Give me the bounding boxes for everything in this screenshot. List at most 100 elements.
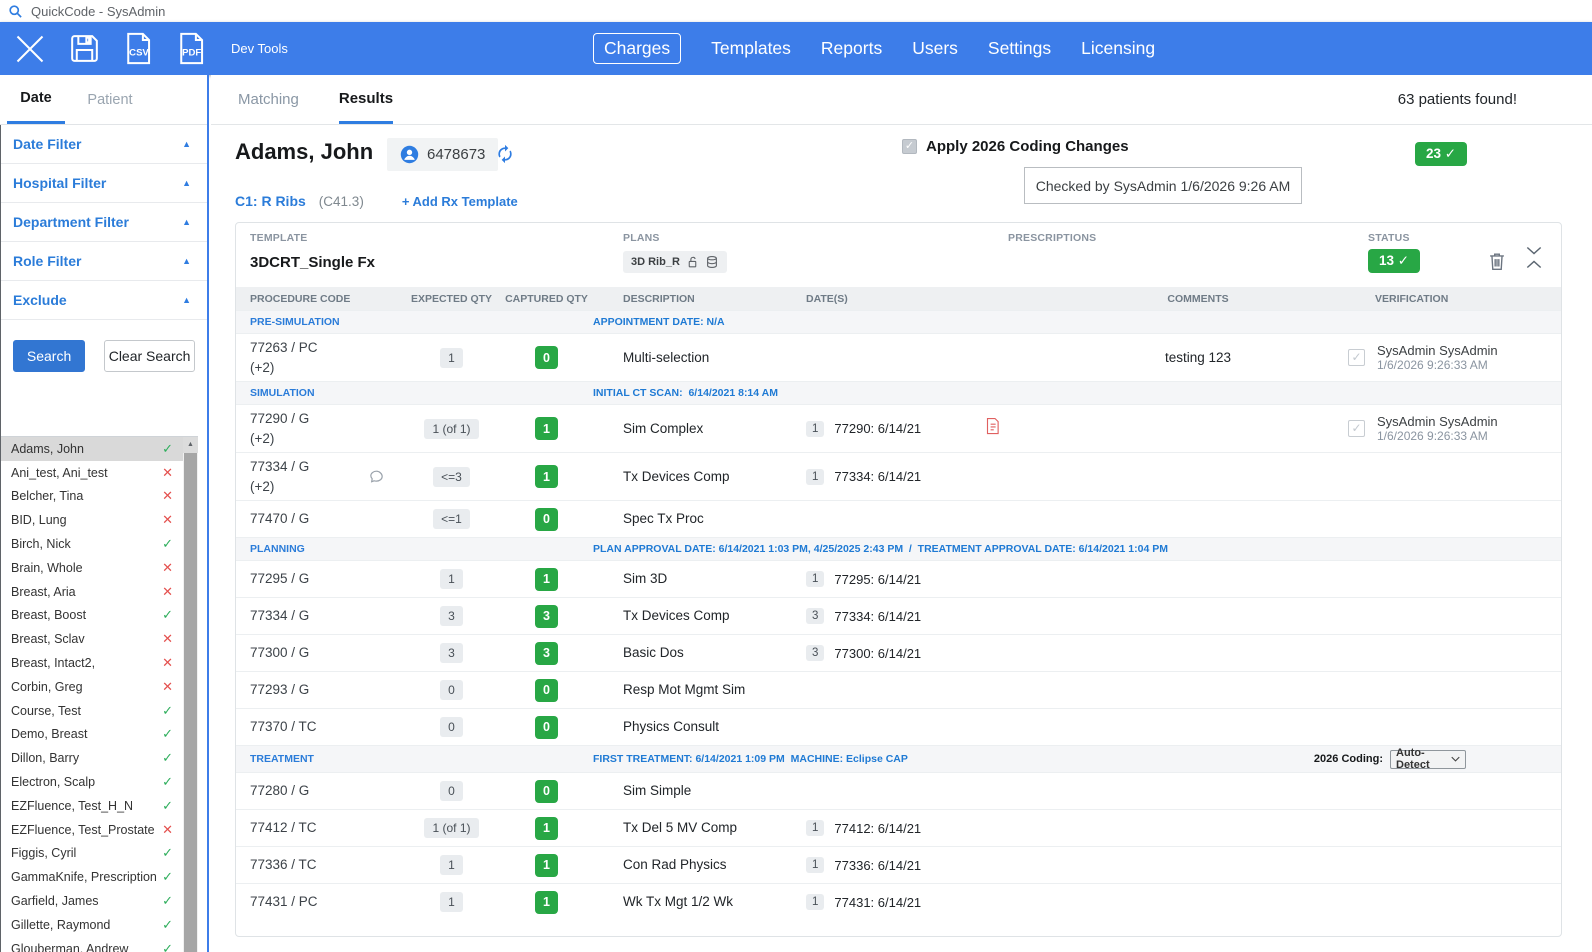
patient-list-item[interactable]: Breast, Aria✕: [1, 580, 183, 604]
filter-section-exclude[interactable]: Exclude▲: [1, 281, 207, 320]
patient-list-item[interactable]: Corbin, Greg✕: [1, 675, 183, 699]
patient-list-name: Demo, Breast: [11, 727, 87, 741]
filter-section-department-filter[interactable]: Department Filter▲: [1, 203, 207, 242]
patient-list-scrollbar[interactable]: ▲: [183, 437, 198, 952]
clear-search-button[interactable]: Clear Search: [104, 340, 195, 372]
date-text: 77334: 6/14/21: [834, 469, 921, 484]
patient-list-item[interactable]: Electron, Scalp✓: [1, 770, 183, 794]
plan-pill[interactable]: 3D Rib_R: [623, 251, 727, 273]
patient-list-item[interactable]: Breast, Sclav✕: [1, 627, 183, 651]
patient-list-name: Brain, Whole: [11, 561, 83, 575]
collapse-arrow-icon: ▲: [182, 178, 191, 188]
patient-list-item[interactable]: EZFluence, Test_Prostate✕: [1, 818, 183, 842]
nav-item-licensing[interactable]: Licensing: [1081, 38, 1155, 59]
expected-qty-badge: 0: [440, 717, 463, 737]
dev-tools-label[interactable]: Dev Tools: [231, 41, 288, 56]
filter-section-date-filter[interactable]: Date Filter▲: [1, 125, 207, 164]
coding-mode-dropdown[interactable]: Auto-Detect: [1390, 750, 1466, 769]
patient-list-item[interactable]: Gillette, Raymond✓: [1, 913, 183, 937]
procedure-code: 77470 / G: [250, 509, 309, 529]
captured-qty-badge[interactable]: 1: [535, 465, 558, 488]
close-icon[interactable]: [10, 29, 50, 69]
comment-bubble-icon[interactable]: [368, 468, 385, 485]
captured-qty-badge[interactable]: 0: [535, 346, 558, 369]
tab-matching[interactable]: Matching: [238, 75, 299, 124]
check-icon: ✓: [162, 750, 173, 766]
patient-list-item[interactable]: BID, Lung✕: [1, 508, 183, 532]
procedure-row: 77412 / TC1 (of 1)1Tx Del 5 MV Comp17741…: [236, 809, 1561, 846]
patient-list-item[interactable]: Breast, Intact2,✕: [1, 651, 183, 675]
procedure-description: Sim Complex: [623, 421, 703, 436]
captured-qty-badge[interactable]: 1: [535, 417, 558, 440]
nav-item-users[interactable]: Users: [912, 38, 958, 59]
expected-qty-badge: 0: [440, 781, 463, 801]
export-pdf-icon[interactable]: PDF: [172, 30, 209, 67]
captured-qty-badge[interactable]: 0: [535, 508, 558, 531]
captured-qty-badge[interactable]: 0: [535, 679, 558, 702]
procedure-description: Tx Devices Comp: [623, 469, 730, 484]
captured-qty-badge[interactable]: 1: [535, 568, 558, 591]
check-icon: ✓: [162, 917, 173, 933]
captured-qty-badge[interactable]: 1: [535, 817, 558, 840]
filter-section-hospital-filter[interactable]: Hospital Filter ▲: [1, 164, 207, 203]
patient-list-item[interactable]: GammaKnife, Prescription✓: [1, 865, 183, 889]
section-header-simulation: SIMULATIONINITIAL CT SCAN: 6/14/2021 8:1…: [236, 381, 1561, 404]
patient-list-item[interactable]: Belcher, Tina✕: [1, 485, 183, 509]
patient-list-item[interactable]: EZFluence, Test_H_N✓: [1, 794, 183, 818]
search-button[interactable]: Search: [13, 340, 85, 372]
verification-checkbox[interactable]: ✓: [1348, 420, 1365, 437]
apply-coding-checkbox[interactable]: ✓: [902, 139, 917, 154]
check-icon: ✓: [162, 941, 173, 952]
tab-patient[interactable]: Patient: [65, 75, 155, 124]
captured-qty-badge[interactable]: 0: [535, 780, 558, 803]
nav-item-templates[interactable]: Templates: [711, 38, 791, 59]
procedure-row: 77334 / G33Tx Devices Comp377334: 6/14/2…: [236, 597, 1561, 634]
add-rx-template-button[interactable]: + Add Rx Template: [402, 194, 518, 209]
verification-checkbox[interactable]: ✓: [1348, 349, 1365, 366]
date-text: 77295: 6/14/21: [834, 572, 921, 587]
patient-list-item[interactable]: Adams, John✓: [1, 437, 183, 461]
column-header-verification: VERIFICATION: [1293, 293, 1561, 305]
scroll-up-icon[interactable]: ▲: [183, 437, 198, 453]
nav-item-charges[interactable]: Charges: [593, 33, 681, 64]
chevron-up-icon[interactable]: [1526, 260, 1542, 269]
patient-list-item[interactable]: Brain, Whole✕: [1, 556, 183, 580]
scrollbar-thumb[interactable]: [184, 453, 197, 952]
check-icon: ✓: [162, 726, 173, 742]
procedure-row: 77470 / G<=10Spec Tx Proc: [236, 500, 1561, 537]
tab-results[interactable]: Results: [339, 75, 393, 124]
expected-qty-badge: <=1: [433, 509, 470, 529]
captured-qty-badge[interactable]: 3: [535, 642, 558, 665]
patient-list-item[interactable]: Birch, Nick✓: [1, 532, 183, 556]
course-link[interactable]: C1: R Ribs: [235, 193, 306, 209]
nav-item-settings[interactable]: Settings: [988, 38, 1051, 59]
save-icon[interactable]: [66, 30, 103, 67]
patient-list-item[interactable]: Demo, Breast ✓: [1, 723, 183, 747]
nav-item-reports[interactable]: Reports: [821, 38, 882, 59]
refresh-icon[interactable]: [495, 144, 515, 169]
patient-list-item[interactable]: Garfield, James✓: [1, 889, 183, 913]
patient-list-item[interactable]: Figgis, Cyril✓: [1, 842, 183, 866]
check-icon: ✓: [162, 441, 173, 457]
captured-qty-badge[interactable]: 1: [535, 891, 558, 914]
patient-list-item[interactable]: Breast, Boost✓: [1, 604, 183, 628]
export-csv-icon[interactable]: CSV: [119, 30, 156, 67]
procedure-description: Tx Devices Comp: [623, 608, 730, 623]
comment-text: testing 123: [1165, 350, 1231, 365]
patient-list-item[interactable]: Glouberman, Andrew✓: [1, 937, 183, 952]
filter-section-role-filter[interactable]: Role Filter▲: [1, 242, 207, 281]
chevron-down-icon[interactable]: [1526, 246, 1542, 255]
patient-list-item[interactable]: Course, Test✓: [1, 699, 183, 723]
filter-label: Hospital Filter: [13, 175, 106, 191]
prescription-doc-icon[interactable]: [985, 417, 1000, 435]
person-icon: [400, 145, 419, 164]
column-header-captured-qty: CAPTURED QTY: [500, 293, 593, 305]
captured-qty-badge[interactable]: 1: [535, 854, 558, 877]
verified-at-date: 1/6/2026 9:26:33 AM: [1377, 358, 1498, 372]
patient-list-item[interactable]: Ani_test, Ani_test✕: [1, 461, 183, 485]
captured-qty-badge[interactable]: 3: [535, 605, 558, 628]
patient-list-item[interactable]: Dillon, Barry✓: [1, 746, 183, 770]
tab-date[interactable]: Date: [7, 75, 65, 124]
captured-qty-badge[interactable]: 0: [535, 716, 558, 739]
delete-template-icon[interactable]: [1486, 249, 1508, 278]
